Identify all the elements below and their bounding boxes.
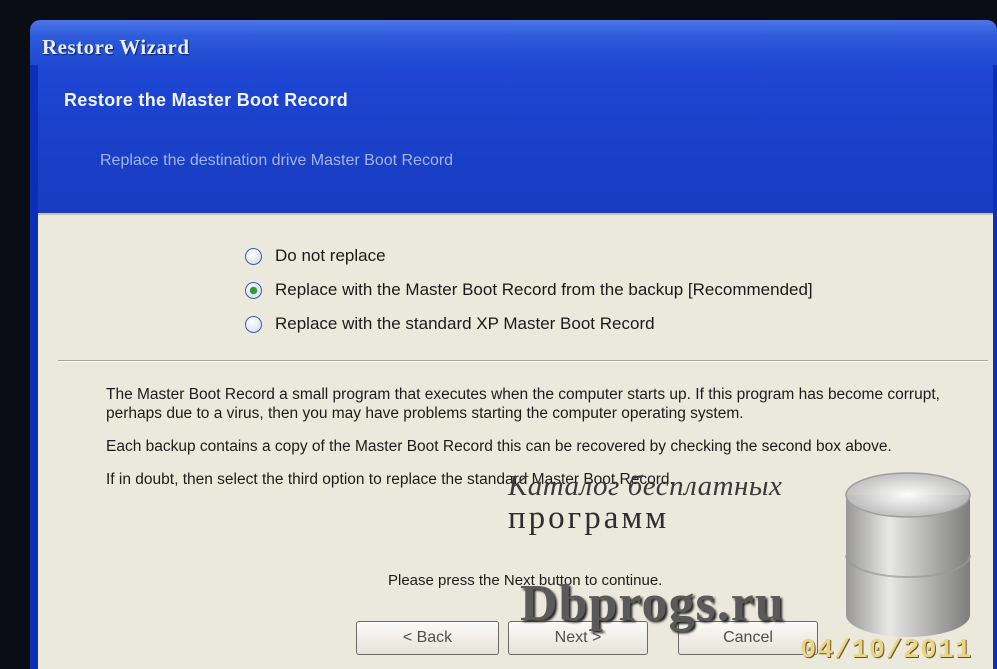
cancel-button[interactable]: Cancel	[678, 621, 818, 655]
radio-replace-from-backup[interactable]	[245, 281, 262, 299]
page-title: Restore the Master Boot Record	[64, 90, 349, 110]
option-replace-from-backup[interactable]: Replace with the Master Boot Record from…	[245, 273, 813, 307]
option-label: Do not replace	[275, 246, 386, 265]
title-bar[interactable]: Restore Wizard	[30, 20, 997, 65]
next-button[interactable]: Next >	[508, 621, 648, 655]
description-paragraph: Each backup contains a copy of the Maste…	[106, 438, 892, 455]
wizard-body: Do not replace Replace with the Master B…	[38, 213, 993, 669]
wizard-header: Restore the Master Boot Record Replace t…	[38, 65, 993, 213]
radio-do-not-replace[interactable]	[245, 247, 262, 265]
continue-instruction: Please press the Next button to continue…	[388, 572, 663, 589]
window-title: Restore Wizard	[42, 35, 190, 59]
page-subtitle: Replace the destination drive Master Boo…	[100, 152, 454, 169]
description: The Master Boot Record a small program t…	[106, 385, 966, 503]
radio-replace-standard-xp[interactable]	[245, 315, 262, 333]
restore-wizard-window: Restore Wizard Restore the Master Boot R…	[30, 20, 997, 669]
mbr-options: Do not replace Replace with the Master B…	[245, 239, 813, 341]
option-do-not-replace[interactable]: Do not replace	[245, 239, 813, 273]
back-button[interactable]: < Back	[356, 621, 499, 655]
radio-selected-dot	[250, 286, 257, 294]
description-paragraph: The Master Boot Record a small program t…	[106, 386, 940, 422]
option-label: Replace with the Master Boot Record from…	[275, 280, 813, 299]
description-paragraph: If in doubt, then select the third optio…	[106, 471, 674, 488]
option-replace-standard-xp[interactable]: Replace with the standard XP Master Boot…	[245, 307, 813, 341]
divider	[58, 360, 988, 362]
option-label: Replace with the standard XP Master Boot…	[275, 314, 655, 333]
